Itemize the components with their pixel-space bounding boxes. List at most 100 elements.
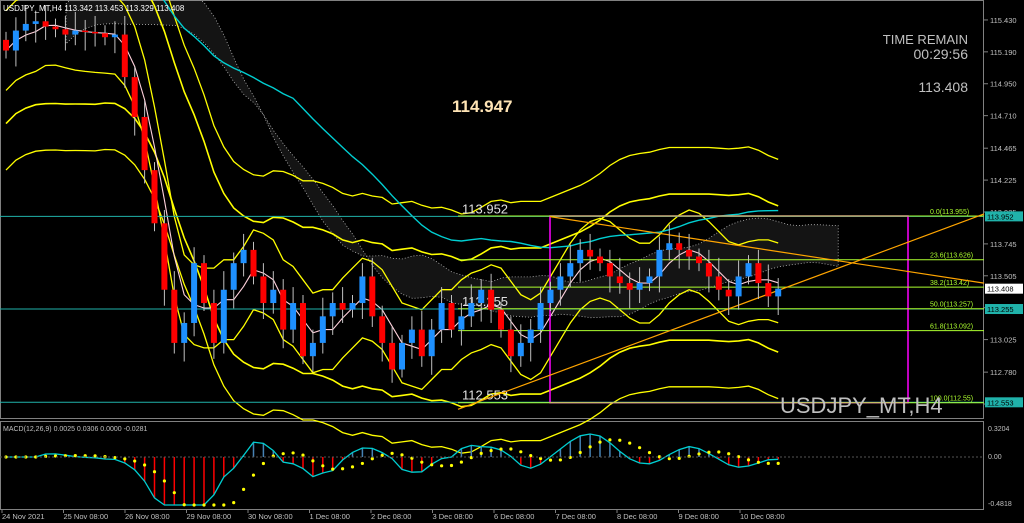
macd-signal-dot — [44, 454, 48, 458]
candle-body — [597, 256, 603, 264]
high-price-marker: 114.947 — [452, 97, 513, 116]
macd-signal-dot — [776, 461, 780, 465]
macd-signal-dot — [618, 438, 622, 442]
macd-signal-dot — [697, 452, 701, 456]
candle-body — [290, 303, 297, 330]
candle-body — [636, 283, 643, 290]
macd-signal-dot — [182, 503, 186, 507]
candle-body — [755, 263, 762, 284]
macd-signal-dot — [360, 461, 364, 466]
price-tag-label: 112.553 — [987, 398, 1014, 407]
x-tick-label: 29 Nov 08:00 — [187, 512, 232, 521]
y-tick-label: 115.190 — [990, 48, 1017, 57]
candle-body — [349, 303, 356, 310]
candle-body — [676, 243, 683, 250]
candle-body — [725, 289, 732, 297]
macd-signal-dot — [430, 463, 434, 467]
candle-body — [498, 309, 504, 330]
candle-body — [606, 263, 613, 277]
macd-signal-dot — [380, 453, 384, 457]
macd-signal-dot — [459, 460, 463, 464]
x-tick-label: 30 Nov 08:00 — [248, 512, 293, 521]
fib-level-label: 50.0(113.257) — [930, 302, 973, 309]
candle-body — [319, 316, 326, 343]
macd-signal-dot — [420, 460, 424, 464]
price-chart: 113.952 113.255 112.553 0.0(113.955) 23.6(11… — [0, 0, 1024, 523]
candle-body — [82, 30, 89, 33]
candle-body — [547, 289, 554, 304]
candle-body — [230, 263, 237, 290]
candle-body — [141, 116, 148, 171]
macd-signal-dot — [242, 487, 246, 491]
macd-signal-dot — [766, 461, 770, 465]
macd-signal-dot — [469, 456, 473, 460]
price-tag-label: 113.255 — [987, 305, 1014, 314]
candle-body — [438, 303, 445, 330]
candle-body — [300, 303, 306, 357]
macd-signal-dot — [162, 479, 166, 483]
macd-signal-dot — [707, 450, 711, 454]
candle-body — [765, 283, 772, 297]
candle-body — [62, 29, 69, 35]
candle-body — [210, 303, 217, 343]
fib-level-label: 0.0(113.955) — [930, 209, 969, 216]
macd-signal-dot — [321, 464, 325, 468]
candle-body — [369, 276, 376, 317]
candle-body — [735, 276, 742, 297]
macd-signal-dot — [152, 470, 157, 474]
macd-signal-dot — [647, 451, 652, 455]
macd-signal-dot — [608, 438, 612, 442]
candle-body — [32, 21, 39, 24]
x-tick-label: 9 Dec 08:00 — [679, 512, 719, 521]
candle-body — [22, 23, 29, 31]
macd-signal-dot — [509, 447, 513, 451]
x-tick-label: 24 Nov 2021 — [2, 512, 45, 521]
candle-body — [745, 263, 752, 277]
candle-body — [151, 170, 158, 224]
macd-signal-dot — [113, 455, 117, 460]
fib-level-label: 23.6(113.626) — [930, 253, 973, 260]
candle-body — [686, 249, 693, 257]
candle-body — [111, 34, 118, 38]
macd-signal-dot — [400, 453, 404, 457]
x-tick-label: 25 Nov 08:00 — [64, 512, 109, 521]
macd-signal-dot — [192, 503, 196, 507]
candle-body — [715, 276, 722, 290]
candle-body — [52, 26, 59, 30]
macd-signal-dot — [548, 458, 553, 462]
candle-body — [418, 329, 425, 357]
y-tick-label: 114.465 — [990, 144, 1017, 153]
macd-signal-dot — [558, 458, 563, 462]
candle-body — [696, 256, 702, 264]
candle-body — [171, 289, 178, 343]
candle-body — [517, 342, 524, 357]
x-tick-label: 1 Dec 08:00 — [310, 512, 350, 521]
macd-signal-dot — [628, 441, 632, 445]
x-tick-label: 8 Dec 08:00 — [617, 512, 657, 521]
candle-body — [102, 33, 108, 38]
symbol-watermark: USDJPY_MT,H4 — [780, 393, 943, 418]
fib-level-label: 38.2(113.42) — [930, 280, 969, 287]
candle-body — [389, 342, 396, 370]
y-tick-label: 113.505 — [990, 272, 1017, 281]
candle-body — [42, 21, 49, 27]
candle-body — [260, 276, 267, 304]
macd-axis-top: 0.3204 — [988, 426, 1010, 433]
macd-signal-dot — [222, 503, 226, 507]
macd-signal-dot — [598, 440, 602, 444]
y-tick-label: 112.780 — [990, 368, 1017, 377]
candle-body — [339, 303, 346, 310]
x-tick-label: 6 Dec 08:00 — [494, 512, 534, 521]
macd-signal-dot — [341, 467, 345, 471]
x-tick-label: 3 Dec 08:00 — [433, 512, 473, 521]
candle-body — [181, 322, 188, 343]
level-label: 113.952 — [462, 201, 508, 216]
candle-body — [567, 263, 574, 277]
macd-signal-dot — [251, 473, 256, 477]
price-tag-label: 113.952 — [987, 212, 1014, 221]
chart-header: USDJPY_MT,H4 113.342 113.453 113.329 113… — [3, 4, 185, 13]
candle-body — [72, 30, 79, 35]
current-price-readout: 113.408 — [918, 79, 968, 95]
macd-label: MACD(12,26,9) 0.0025 0.0306 0.0000 -0.02… — [3, 426, 147, 433]
candle-body — [3, 39, 9, 51]
